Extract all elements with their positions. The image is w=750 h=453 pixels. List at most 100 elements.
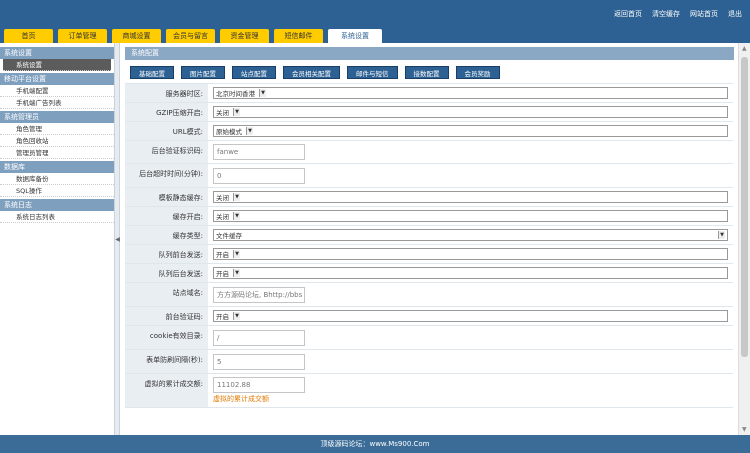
scroll-thumb[interactable] — [741, 57, 748, 357]
top-links: 返回首页 清空缓存 网站首页 退出 — [614, 9, 742, 19]
chevron-down-icon[interactable]: ▼ — [233, 312, 240, 320]
config-tab[interactable]: 会员奖励 — [455, 66, 500, 79]
select-field[interactable]: 开启 ▼ — [213, 267, 728, 279]
sidebar-item[interactable]: 系统设置 — [3, 59, 111, 71]
form-value: 原始模式 ▼ — [208, 122, 733, 140]
form-value: fanwe — [208, 141, 733, 163]
text-input[interactable]: 方方源码论坛, Bhttp://bbs — [213, 286, 305, 303]
form-row: 站点域名: 方方源码论坛, Bhttp://bbs — [125, 283, 733, 307]
scroll-down-icon[interactable]: ▼ — [742, 426, 747, 433]
select-value: 关闭 — [216, 213, 229, 221]
top-link[interactable]: 网站首页 — [690, 9, 718, 19]
sidebar-item[interactable]: 系统日志列表 — [0, 211, 114, 223]
config-tab[interactable]: 会员相关配置 — [283, 66, 340, 79]
config-tab[interactable]: 接数配置 — [404, 66, 449, 79]
top-link[interactable]: 清空缓存 — [652, 9, 680, 19]
nav-tab[interactable]: 短信邮件 — [274, 29, 323, 43]
text-input[interactable]: fanwe — [213, 144, 305, 160]
sidebar-item[interactable]: 手机端配置 — [0, 85, 114, 97]
config-tab[interactable]: 站点配置 — [232, 66, 276, 79]
form-label: cookie有效目录: — [125, 326, 208, 349]
sidebar-item[interactable]: 数据库备份 — [0, 173, 114, 185]
text-input[interactable]: 11102.88 — [213, 377, 305, 393]
nav-tab[interactable]: 商城设置 — [112, 29, 161, 43]
chevron-down-icon[interactable]: ▼ — [259, 89, 266, 97]
form-value: 5 — [208, 350, 733, 373]
form-value: 11102.88 虚拟的累计成交额 — [208, 374, 733, 407]
select-field[interactable]: 开启 ▼ — [213, 310, 728, 322]
sidebar-group-title[interactable]: 系统设置 — [0, 47, 114, 59]
select-field[interactable]: 关闭 ▼ — [213, 191, 728, 203]
nav-tab[interactable]: 资金管理 — [220, 29, 269, 43]
panel-title: 系统配置 — [125, 47, 734, 60]
chevron-down-icon[interactable]: ▼ — [233, 269, 240, 277]
footer: 顶级源码论坛：www.Ms900.Com — [0, 435, 750, 453]
select-value: 北京时间香港 — [216, 90, 255, 98]
sidebar-item[interactable]: SQL操作 — [0, 185, 114, 197]
select-value: 开启 — [216, 251, 229, 259]
form-value: 开启 ▼ — [208, 307, 733, 325]
form-value: 关闭 ▼ — [208, 207, 733, 225]
nav-tab[interactable]: 会员与留言 — [166, 29, 215, 43]
form-value: 关闭 ▼ — [208, 103, 733, 121]
form-value: 0 — [208, 164, 733, 187]
select-field[interactable]: 关闭 ▼ — [213, 106, 728, 118]
form-row: 队列前台发送: 开启 ▼ — [125, 245, 733, 264]
sidebar-group-title[interactable]: 移动平台设置 — [0, 73, 114, 85]
chevron-down-icon[interactable]: ▼ — [233, 212, 240, 220]
chevron-down-icon[interactable]: ▼ — [233, 250, 240, 258]
select-value: 关闭 — [216, 194, 229, 202]
select-field[interactable]: 开启 ▼ — [213, 248, 728, 260]
form-label: 站点域名: — [125, 283, 208, 306]
chevron-down-icon[interactable]: ▼ — [233, 108, 240, 116]
scroll-up-icon[interactable]: ▲ — [742, 45, 747, 52]
form-label: 模板静态缓存: — [125, 188, 208, 206]
config-tab[interactable]: 基础配置 — [130, 66, 174, 79]
form-label: URL模式: — [125, 122, 208, 140]
form-row: GZIP压缩开启: 关闭 ▼ — [125, 103, 733, 122]
sidebar-item[interactable]: 角色管理 — [0, 123, 114, 135]
config-tab[interactable]: 图片配置 — [181, 66, 225, 79]
scrollbar[interactable]: ▲ ▼ — [738, 43, 750, 435]
form-row: 缓存开启: 关闭 ▼ — [125, 207, 733, 226]
chevron-down-icon[interactable]: ▼ — [246, 127, 253, 135]
form-label: 队列后台发送: — [125, 264, 208, 282]
nav-tab[interactable]: 系统设置 — [328, 29, 382, 43]
chevron-down-icon[interactable]: ▼ — [718, 231, 725, 239]
select-field[interactable]: 文件缓存 ▼ — [213, 229, 728, 241]
select-field[interactable]: 北京时间香港 ▼ — [213, 87, 728, 99]
top-link[interactable]: 返回首页 — [614, 9, 642, 19]
form-label: 缓存类型: — [125, 226, 208, 244]
form-label: 表单防刷间隔(秒): — [125, 350, 208, 373]
text-input[interactable]: / — [213, 329, 305, 346]
form-label: 后台超时时间(分钟): — [125, 164, 208, 187]
form-value: 关闭 ▼ — [208, 188, 733, 206]
select-value: 关闭 — [216, 109, 229, 117]
collapse-arrow-icon[interactable]: ◀ — [115, 236, 120, 243]
form-value: 开启 ▼ — [208, 245, 733, 263]
sidebar-splitter[interactable]: ◀ — [115, 43, 120, 435]
sidebar-item[interactable]: 手机端广告列表 — [0, 97, 114, 109]
select-field[interactable]: 关闭 ▼ — [213, 210, 728, 222]
sidebar-group-title[interactable]: 数据库 — [0, 161, 114, 173]
config-form: 服务器时区: 北京时间香港 ▼ GZIP压缩开启: 关闭 ▼ URL模式: 原始模式 ▼ 后台验证… — [125, 83, 733, 408]
sidebar-group-title[interactable]: 系统管理员 — [0, 111, 114, 123]
chevron-down-icon[interactable]: ▼ — [233, 193, 240, 201]
text-input[interactable]: 0 — [213, 167, 305, 184]
form-row: 后台验证标识码: fanwe — [125, 141, 733, 164]
form-label: GZIP压缩开启: — [125, 103, 208, 121]
sidebar-item[interactable]: 角色回收站 — [0, 135, 114, 147]
top-link[interactable]: 退出 — [728, 9, 742, 19]
select-value: 开启 — [216, 270, 229, 278]
form-row: 前台验证码: 开启 ▼ — [125, 307, 733, 326]
sidebar-item[interactable]: 管理员管理 — [0, 147, 114, 159]
form-row: 虚拟的累计成交额: 11102.88 虚拟的累计成交额 — [125, 374, 733, 408]
select-value: 文件缓存 — [216, 232, 242, 240]
nav-tab[interactable]: 订单管理 — [58, 29, 107, 43]
form-row: 服务器时区: 北京时间香港 ▼ — [125, 84, 733, 103]
nav-tab[interactable]: 首页 — [4, 29, 53, 43]
text-input[interactable]: 5 — [213, 353, 305, 370]
select-field[interactable]: 原始模式 ▼ — [213, 125, 728, 137]
config-tab[interactable]: 邮件与短信 — [347, 66, 398, 79]
sidebar-group-title[interactable]: 系统日志 — [0, 199, 114, 211]
